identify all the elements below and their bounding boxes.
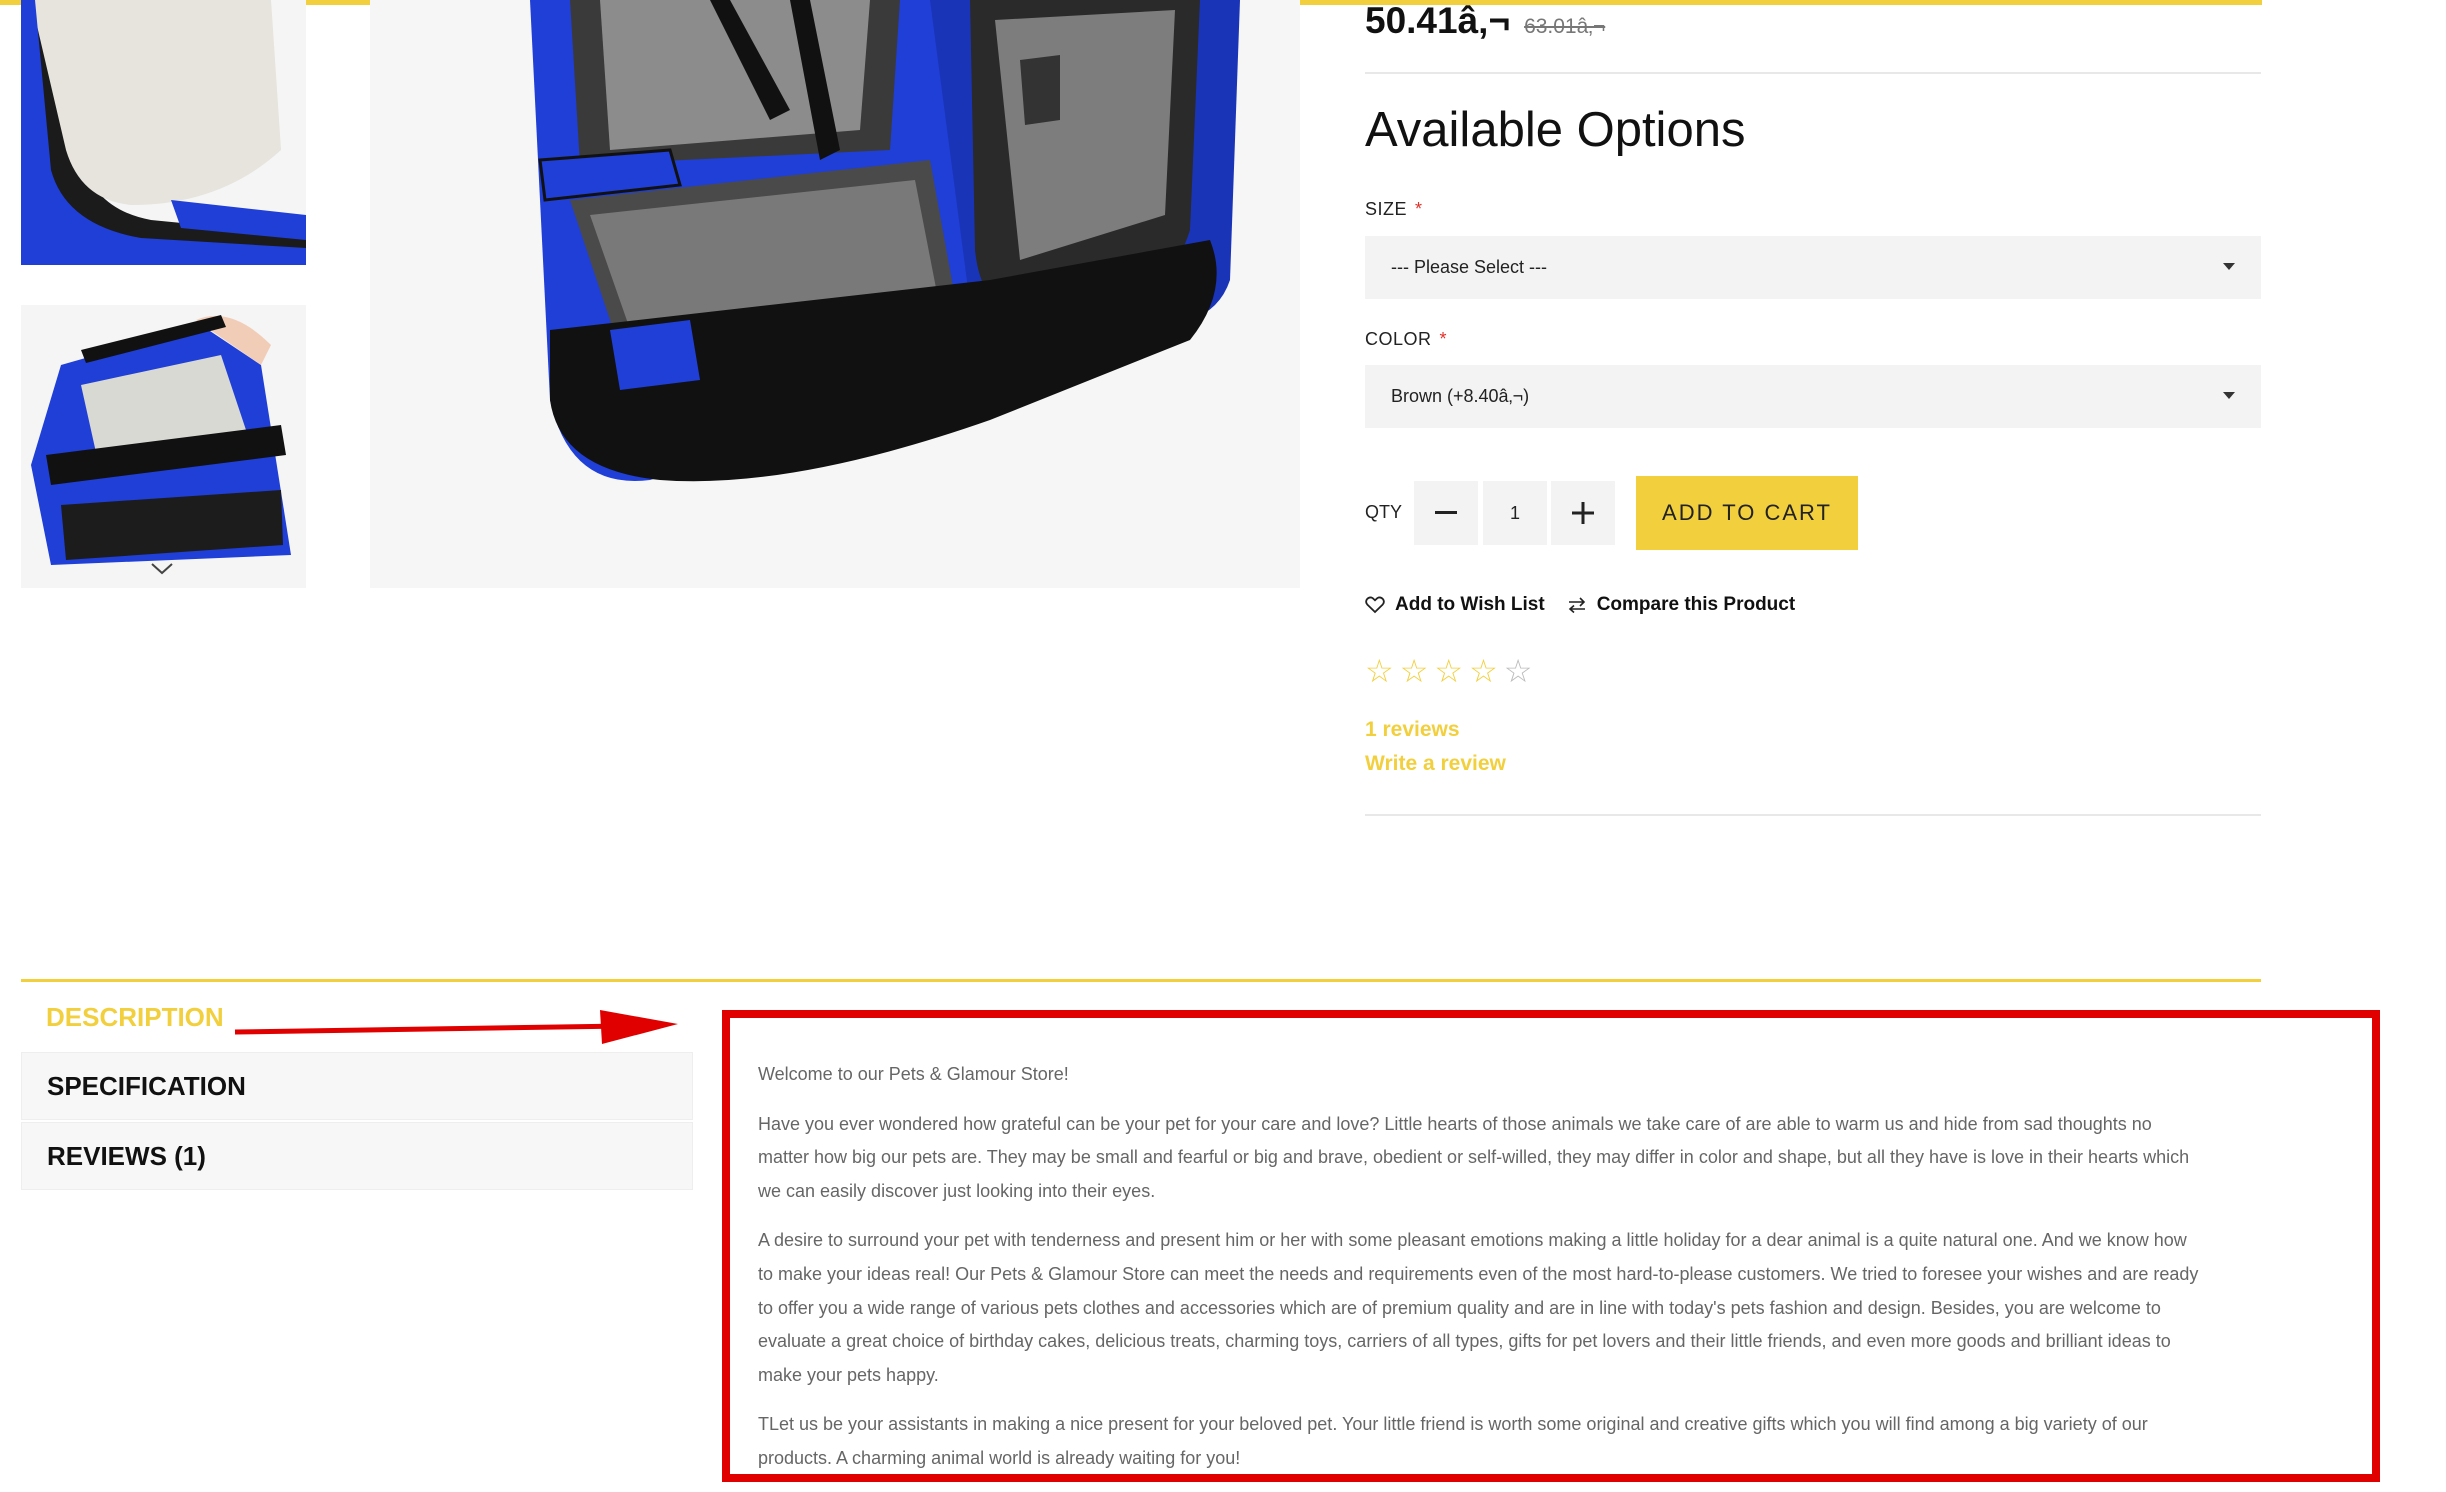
size-label: SIZE * (1365, 199, 1423, 220)
price-old: 63.01â‚¬ (1524, 15, 1606, 38)
caret-down-icon (2223, 392, 2235, 399)
heart-icon (1365, 596, 1385, 614)
add-to-wishlist-link[interactable]: Add to Wish List (1365, 594, 1545, 616)
description-paragraph: A desire to surround your pet with tende… (758, 1230, 2199, 1385)
qty-label: QTY (1365, 502, 1403, 522)
product-thumbnail[interactable] (21, 0, 306, 265)
qty-decrease-button[interactable] (1414, 481, 1478, 545)
star-icon: ☆ (1365, 653, 1394, 689)
color-label-text: COLOR (1365, 329, 1432, 349)
options-title: Available Options (1365, 103, 1746, 157)
size-select[interactable]: --- Please Select --- (1365, 236, 2261, 299)
description-paragraph: Have you ever wondered how grateful can … (758, 1113, 2190, 1201)
compare-product-link[interactable]: Compare this Product (1567, 594, 1795, 616)
size-select-value: --- Please Select --- (1391, 257, 1548, 277)
product-actions: Add to Wish List Compare this Product (1365, 594, 1795, 616)
required-marker: * (1439, 329, 1448, 349)
tab-reviews[interactable]: REVIEWS (1) (21, 1122, 693, 1190)
tab-specification[interactable]: SPECIFICATION (21, 1052, 693, 1120)
divider (1365, 814, 2261, 816)
color-label: COLOR * (1365, 329, 1447, 350)
color-select-value: Brown (+8.40â‚¬) (1391, 386, 1530, 406)
write-review-link[interactable]: Write a review (1365, 752, 1506, 776)
chevron-down-icon[interactable] (150, 562, 174, 576)
product-thumbnail[interactable] (21, 305, 306, 588)
reviews-count-link[interactable]: 1 reviews (1365, 718, 1460, 742)
caret-down-icon (2223, 263, 2235, 270)
description-panel: Welcome to our Pets & Glamour Store! Hav… (722, 1010, 2380, 1482)
price-new: 50.41â‚¬ (1365, 0, 1511, 41)
qty-increase-button[interactable] (1551, 481, 1615, 545)
compare-icon (1568, 597, 1585, 614)
tabs-top-border (21, 979, 2261, 982)
star-icon: ☆ (1469, 653, 1498, 689)
rating-stars: ☆ ☆ ☆ ☆ ☆ (1365, 655, 1532, 687)
color-select[interactable]: Brown (+8.40â‚¬) (1365, 365, 2261, 428)
compare-label: Compare this Product (1596, 594, 1796, 615)
divider (1365, 72, 2261, 74)
price-row: 50.41â‚¬ 63.01â‚¬ (1365, 0, 1605, 44)
size-label-text: SIZE (1365, 199, 1408, 219)
qty-input[interactable] (1483, 481, 1547, 545)
plus-icon (1572, 502, 1594, 524)
product-page: 50.41â‚¬ 63.01â‚¬ Available Options SIZE… (0, 0, 2446, 1492)
star-icon: ☆ (1503, 653, 1533, 689)
wishlist-label: Add to Wish List (1395, 594, 1545, 615)
annotation-arrow (234, 1010, 678, 1044)
minus-icon (1435, 511, 1457, 514)
star-icon: ☆ (1434, 653, 1464, 689)
description-paragraph: TLet us be your assistants in making a n… (758, 1414, 2148, 1468)
required-marker: * (1415, 199, 1423, 219)
description-paragraph: Welcome to our Pets & Glamour Store! (758, 1064, 1069, 1084)
add-to-cart-button[interactable]: ADD TO CART (1636, 476, 1858, 550)
main-product-image (370, 0, 1300, 588)
star-icon: ☆ (1399, 653, 1429, 689)
